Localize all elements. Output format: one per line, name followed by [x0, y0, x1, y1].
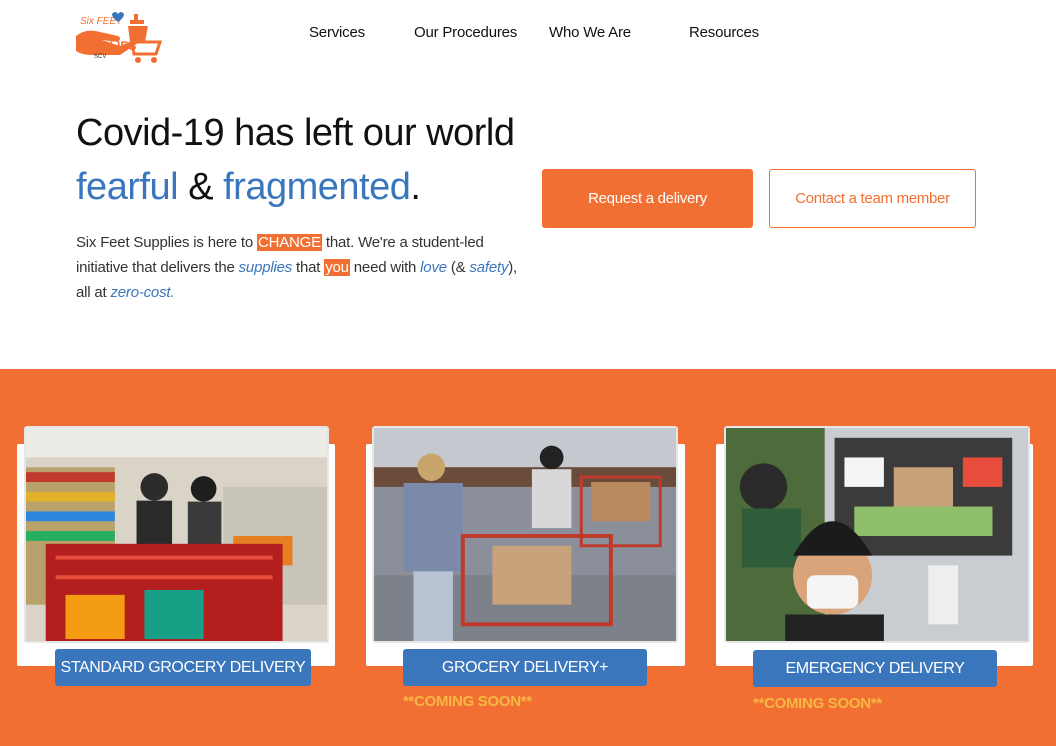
request-delivery-button[interactable]: Request a delivery [542, 169, 753, 228]
standard-grocery-delivery-button[interactable]: STANDARD GROCERY DELIVERY [55, 649, 311, 686]
hero-ampersand: & [188, 166, 214, 208]
coming-soon-badge: **COMING SOON** [753, 695, 882, 712]
logo-text-scv: SCV [94, 54, 106, 60]
logo-text-supplies: SUPPLIES [77, 39, 136, 53]
intro-text: Six Feet Supplies is here to [76, 234, 257, 251]
emergency-delivery-button[interactable]: EMERGENCY DELIVERY [753, 650, 997, 687]
coming-soon-badge: **COMING SOON** [403, 693, 532, 710]
nav-who-we-are[interactable]: Who We Are [549, 24, 631, 41]
contact-team-member-button[interactable]: Contact a team member [769, 169, 976, 228]
hero-headline-line1: Covid-19 has left our world [76, 112, 515, 154]
bottle-shape [128, 26, 148, 42]
photo-placeholder-icon [374, 428, 676, 641]
photo-placeholder-icon [726, 428, 1028, 641]
intro-emph-safety: safety [469, 259, 509, 276]
grocery-delivery-plus-button[interactable]: GROCERY DELIVERY+ [403, 649, 647, 686]
nav-resources[interactable]: Resources [689, 24, 759, 41]
nav-services[interactable]: Services [309, 24, 365, 41]
intro-text: (& [446, 259, 470, 276]
hero-word-fearful: fearful [76, 166, 179, 208]
logo[interactable]: Six FEET SUPPLIES SCV [76, 8, 164, 64]
photo-car-trunk-supplies [724, 426, 1030, 643]
hero-word-fragmented: fragmented [223, 166, 411, 208]
photo-placeholder-icon [26, 428, 327, 641]
intro-highlight-change: CHANGE [256, 234, 322, 251]
intro-highlight-you: you [324, 259, 350, 276]
hero-period: . [410, 166, 421, 208]
intro-paragraph: Six Feet Supplies is here to CHANGE that… [76, 230, 526, 305]
hand-cart-logo-icon: Six FEET SUPPLIES SCV [76, 12, 163, 63]
hero-headline-line2: fearful & fragmented. [76, 166, 421, 209]
intro-emph-supplies: supplies [238, 259, 293, 276]
intro-emph-zero-cost: zero-cost. [110, 284, 175, 301]
photo-parking-lot-carts [372, 426, 678, 643]
intro-emph-love: love [420, 259, 447, 276]
intro-text: need with [349, 259, 421, 276]
nav-our-procedures[interactable]: Our Procedures [414, 24, 517, 41]
photo-grocery-store-shoppers [24, 426, 329, 643]
intro-text: that [292, 259, 325, 276]
